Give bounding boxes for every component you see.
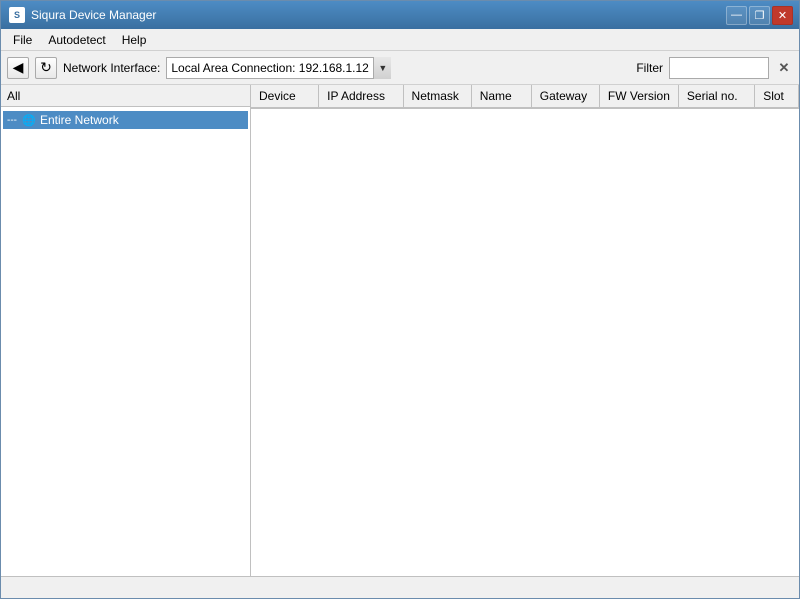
- network-interface-label: Network Interface:: [63, 61, 160, 75]
- window-controls: — ❐ ✕: [726, 6, 793, 25]
- refresh-icon: ↻: [40, 59, 52, 76]
- tree-area[interactable]: --- 🌐 Entire Network: [1, 107, 250, 576]
- col-header-gateway[interactable]: Gateway: [532, 85, 600, 107]
- left-panel: All --- 🌐 Entire Network: [1, 85, 251, 576]
- col-header-netmask[interactable]: Netmask: [404, 85, 472, 107]
- col-header-name[interactable]: Name: [472, 85, 532, 107]
- panel-header-text: All: [7, 89, 20, 103]
- filter-input[interactable]: [669, 57, 769, 79]
- col-header-device[interactable]: Device: [251, 85, 319, 107]
- right-panel: Device IP Address Netmask Name Gateway F…: [251, 85, 799, 576]
- filter-label: Filter: [636, 61, 663, 75]
- minimize-button[interactable]: —: [726, 6, 747, 25]
- table-header: Device IP Address Netmask Name Gateway F…: [251, 85, 799, 109]
- refresh-button[interactable]: ↻: [35, 57, 57, 79]
- filter-clear-button[interactable]: ✕: [775, 59, 793, 77]
- panel-header: All: [1, 85, 250, 107]
- menu-autodetect[interactable]: Autodetect: [40, 31, 113, 49]
- col-header-serial[interactable]: Serial no.: [679, 85, 755, 107]
- restore-button[interactable]: ❐: [749, 6, 770, 25]
- network-icon: 🌐: [21, 113, 37, 127]
- menu-bar: File Autodetect Help: [1, 29, 799, 51]
- table-body: [251, 109, 799, 576]
- main-content: All --- 🌐 Entire Network Device IP Addre…: [1, 85, 799, 576]
- title-bar: S Siqura Device Manager — ❐ ✕: [1, 1, 799, 29]
- close-button[interactable]: ✕: [772, 6, 793, 25]
- back-button[interactable]: ◀: [7, 57, 29, 79]
- tree-item-label: Entire Network: [40, 113, 119, 127]
- menu-file[interactable]: File: [5, 31, 40, 49]
- col-header-fw[interactable]: FW Version: [600, 85, 679, 107]
- title-bar-left: S Siqura Device Manager: [9, 7, 156, 23]
- col-header-slot[interactable]: Slot: [755, 85, 799, 107]
- status-bar: [1, 576, 799, 598]
- toolbar: ◀ ↻ Network Interface: Local Area Connec…: [1, 51, 799, 85]
- back-icon: ◀: [13, 59, 24, 76]
- main-window: S Siqura Device Manager — ❐ ✕ File Autod…: [0, 0, 800, 599]
- network-interface-select[interactable]: Local Area Connection: 192.168.1.12: [166, 57, 391, 79]
- app-icon: S: [9, 7, 25, 23]
- menu-help[interactable]: Help: [114, 31, 155, 49]
- tree-expander-icon: ---: [7, 115, 21, 126]
- tree-item-entire-network[interactable]: --- 🌐 Entire Network: [3, 111, 248, 129]
- col-header-ip[interactable]: IP Address: [319, 85, 403, 107]
- network-interface-wrapper: Local Area Connection: 192.168.1.12 ▼: [166, 57, 391, 79]
- window-title: Siqura Device Manager: [31, 8, 156, 22]
